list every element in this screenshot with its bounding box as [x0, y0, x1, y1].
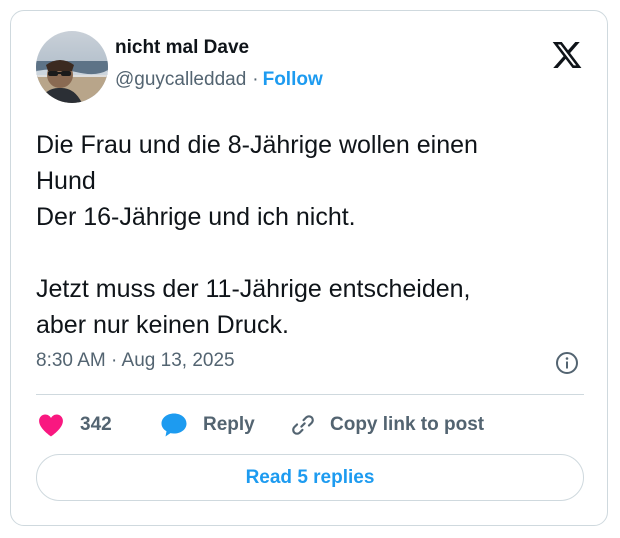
- separator-dot: ·: [252, 69, 259, 90]
- info-icon[interactable]: [555, 351, 579, 375]
- avatar-photo: [36, 31, 108, 103]
- like-button[interactable]: 342: [38, 409, 112, 441]
- timestamp-link[interactable]: 8:30 AM · Aug 13, 2025: [36, 350, 235, 372]
- tweet-text: Die Frau und die 8-Jährige wollen einen …: [36, 131, 478, 339]
- author-handle-row: @guycalleddad · Follow: [115, 69, 323, 91]
- action-bar: 342 Reply Copy link to post: [36, 409, 584, 441]
- author-handle[interactable]: @guycalleddad: [115, 69, 246, 90]
- read-replies-button[interactable]: Read 5 replies: [36, 454, 584, 501]
- like-count: 342: [80, 414, 112, 435]
- divider: [36, 394, 584, 395]
- tweet-embed-card: nicht mal Dave @guycalleddad · Follow Die …: [10, 10, 608, 526]
- link-icon: [292, 415, 314, 435]
- x-logo-icon[interactable]: [551, 39, 583, 71]
- reply-label: Reply: [203, 414, 255, 435]
- copy-link-label: Copy link to post: [330, 414, 485, 435]
- avatar[interactable]: [36, 31, 108, 103]
- copy-link-button[interactable]: Copy link to post: [290, 409, 484, 441]
- heart-icon: [39, 414, 63, 437]
- speech-bubble-icon: [161, 413, 187, 437]
- author-name[interactable]: nicht mal Dave: [115, 37, 249, 59]
- reply-button[interactable]: Reply: [160, 409, 255, 441]
- follow-link[interactable]: Follow: [263, 69, 323, 90]
